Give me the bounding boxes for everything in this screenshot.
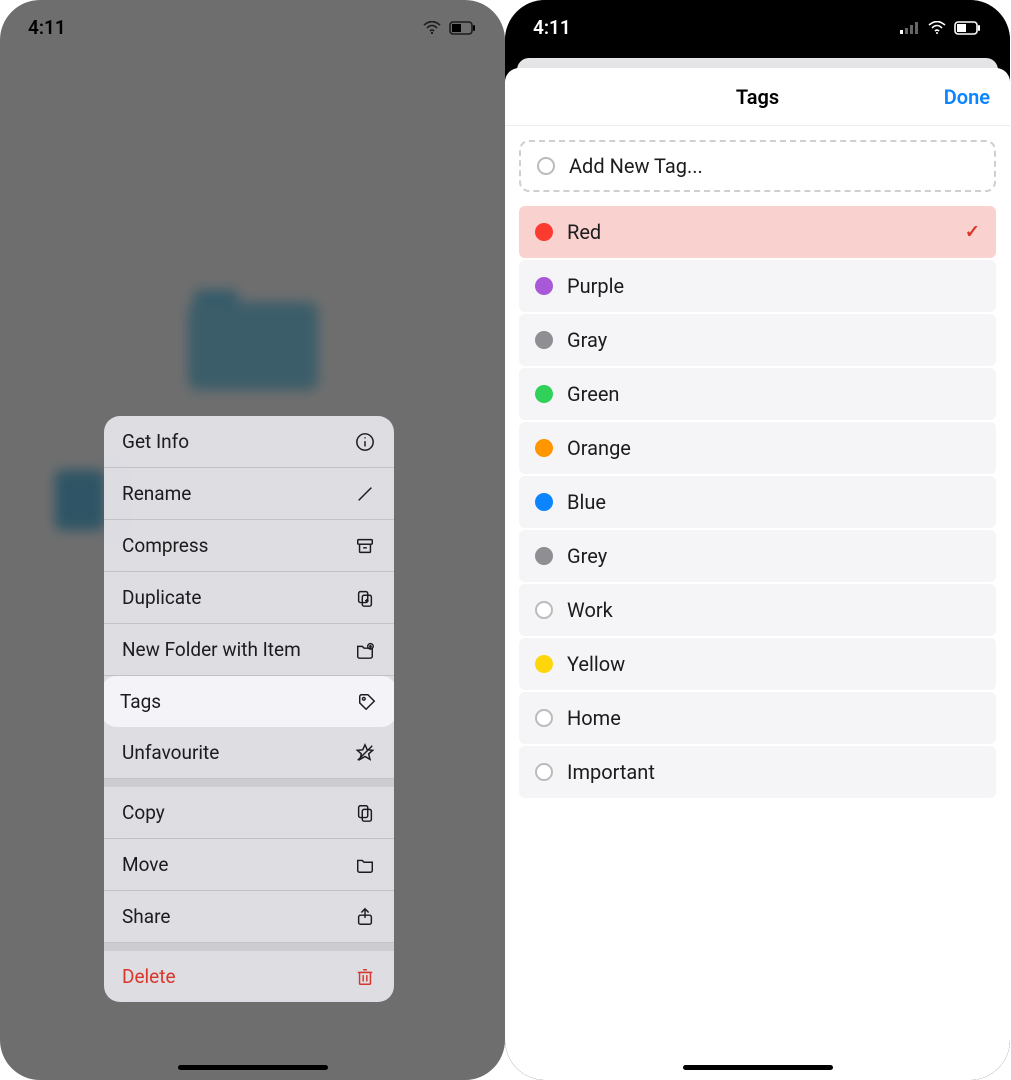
sheet-title: Tags: [736, 85, 779, 109]
menu-item-compress[interactable]: Compress: [104, 520, 394, 572]
tag-label: Home: [567, 706, 621, 730]
tag-label: Important: [567, 760, 655, 784]
tag-row-purple[interactable]: Purple: [519, 260, 996, 312]
info-icon: [354, 431, 376, 453]
sheet-header: Tags Done: [505, 68, 1010, 126]
tag-label: Red: [567, 220, 601, 244]
tag-dot-outline: [537, 157, 555, 175]
tag-row-orange[interactable]: Orange: [519, 422, 996, 474]
menu-item-copy[interactable]: Copy: [104, 787, 394, 839]
status-bar: 4:11: [0, 0, 505, 55]
menu-label: Copy: [122, 801, 165, 824]
tags-sheet: Tags Done Add New Tag... Red ✓ Purple Gray G…: [505, 68, 1010, 1080]
new-folder-icon: [354, 639, 376, 661]
context-menu: Get Info Rename Compress Duplicate New F…: [104, 416, 394, 1002]
menu-item-move[interactable]: Move: [104, 839, 394, 891]
menu-item-new-folder[interactable]: New Folder with Item: [104, 624, 394, 676]
tag-label: Green: [567, 382, 619, 406]
tag-row-blue[interactable]: Blue: [519, 476, 996, 528]
copy-icon: [354, 802, 376, 824]
tag-dot: [535, 277, 553, 295]
menu-label: Delete: [122, 965, 176, 988]
menu-label: Share: [122, 905, 170, 928]
tag-dot: [535, 601, 553, 619]
menu-label: Compress: [122, 534, 208, 557]
menu-label: Move: [122, 853, 168, 876]
tag-dot: [535, 547, 553, 565]
add-new-tag-input[interactable]: Add New Tag...: [519, 140, 996, 192]
tag-dot: [535, 385, 553, 403]
menu-label: Get Info: [122, 430, 189, 453]
tag-label: Yellow: [567, 652, 625, 676]
wifi-icon: [423, 21, 441, 35]
tag-label: Purple: [567, 274, 624, 298]
tag-row-important[interactable]: Important: [519, 746, 996, 798]
menu-separator: [104, 943, 394, 951]
tag-dot: [535, 331, 553, 349]
tag-label: Gray: [567, 328, 607, 352]
tag-row-home[interactable]: Home: [519, 692, 996, 744]
menu-label: Rename: [122, 482, 191, 505]
done-button[interactable]: Done: [944, 68, 990, 125]
tag-label: Orange: [567, 436, 631, 460]
status-time: 4:11: [28, 16, 66, 39]
tag-label: Work: [567, 598, 613, 622]
tag-dot: [535, 763, 553, 781]
tag-row-green[interactable]: Green: [519, 368, 996, 420]
add-tag-label: Add New Tag...: [569, 154, 703, 178]
menu-item-delete[interactable]: Delete: [104, 951, 394, 1002]
battery-icon: [449, 21, 477, 35]
status-bar: 4:11: [505, 0, 1010, 55]
menu-item-tags[interactable]: Tags: [104, 676, 394, 727]
menu-item-get-info[interactable]: Get Info: [104, 416, 394, 468]
tag-row-grey[interactable]: Grey: [519, 530, 996, 582]
menu-item-rename[interactable]: Rename: [104, 468, 394, 520]
tag-dot: [535, 655, 553, 673]
tag-label: Grey: [567, 544, 607, 568]
tag-row-yellow[interactable]: Yellow: [519, 638, 996, 690]
star-slash-icon: [354, 742, 376, 764]
status-time: 4:11: [533, 16, 571, 39]
battery-icon: [954, 21, 982, 35]
tag-dot: [535, 439, 553, 457]
home-indicator: [178, 1065, 328, 1070]
menu-label: Tags: [120, 690, 161, 713]
wifi-icon: [928, 21, 946, 35]
menu-label: Duplicate: [122, 586, 201, 609]
menu-item-unfavourite[interactable]: Unfavourite: [104, 727, 394, 779]
menu-separator: [104, 779, 394, 787]
archive-icon: [354, 535, 376, 557]
trash-icon: [354, 966, 376, 988]
cell-icon: [900, 22, 920, 34]
tag-icon: [356, 691, 378, 713]
folder-icon: [354, 854, 376, 876]
menu-label: New Folder with Item: [122, 638, 301, 661]
tag-dot: [535, 493, 553, 511]
menu-item-share[interactable]: Share: [104, 891, 394, 943]
home-indicator: [683, 1065, 833, 1070]
screenshot-tags-sheet: 4:11 Tags Done Add New Tag... Red ✓ Purple…: [505, 0, 1010, 1080]
tag-dot: [535, 223, 553, 241]
tag-row-work[interactable]: Work: [519, 584, 996, 636]
screenshot-context-menu: ⠀⠀⠀ ⠀⠀⠀⠀ ⠀ 4:11 Get Info R: [0, 0, 505, 1080]
tag-list: Red ✓ Purple Gray Green Orange Blue Grey Work Yel…: [519, 206, 996, 798]
share-icon: [354, 906, 376, 928]
pencil-icon: [354, 483, 376, 505]
checkmark-icon: ✓: [965, 222, 980, 243]
folder-icon: [188, 290, 318, 390]
tag-label: Blue: [567, 490, 606, 514]
tag-row-red[interactable]: Red ✓: [519, 206, 996, 258]
menu-item-duplicate[interactable]: Duplicate: [104, 572, 394, 624]
tag-dot: [535, 709, 553, 727]
tag-row-gray[interactable]: Gray: [519, 314, 996, 366]
menu-label: Unfavourite: [122, 741, 219, 764]
duplicate-icon: [354, 587, 376, 609]
